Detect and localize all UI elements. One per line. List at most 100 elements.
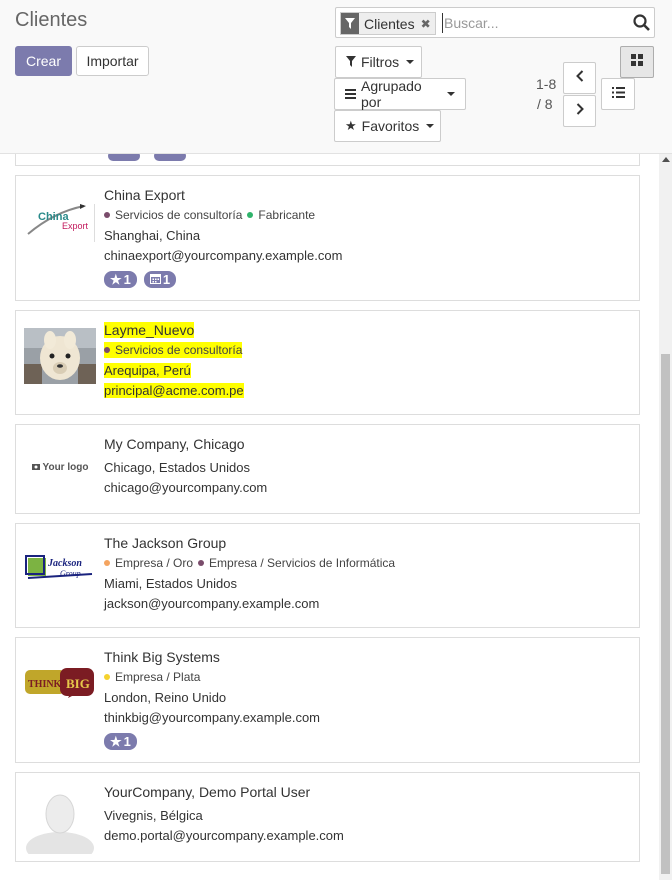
- caret-down-icon: [426, 124, 435, 128]
- kanban-card[interactable]: Layme_Nuevo Servicios de consultoría Are…: [15, 310, 640, 415]
- tag-list: Servicios de consultoría: [104, 342, 244, 358]
- close-icon[interactable]: ✖: [419, 13, 435, 34]
- avatar-placeholder: [24, 790, 96, 864]
- star-icon: ★: [345, 118, 357, 133]
- scrollbar[interactable]: [659, 154, 672, 880]
- tag: Servicios de consultoría: [104, 207, 242, 223]
- filters-dropdown[interactable]: Filtros: [335, 46, 422, 78]
- tag: Empresa / Servicios de Informática: [198, 555, 395, 571]
- card-location: Shanghai, China: [104, 228, 201, 243]
- card-location: Arequipa, Perú: [104, 363, 191, 378]
- card-title: Layme_Nuevo: [104, 322, 195, 338]
- tag-label: Servicios de consultoría: [115, 208, 243, 222]
- tag-label: Empresa / Oro: [115, 556, 194, 570]
- kanban-card[interactable]: YourCompany, Demo Portal User Vivegnis, …: [15, 772, 640, 864]
- card-email: jackson@yourcompany.example.com: [104, 596, 320, 611]
- pager-total: / 8: [537, 96, 553, 112]
- kanban-card-partial[interactable]: [15, 154, 640, 166]
- card-email: thinkbig@yourcompany.example.com: [104, 710, 320, 725]
- chevron-left-icon: [575, 69, 584, 87]
- logo-text: Your logo: [42, 461, 89, 473]
- tag: Fabricante: [247, 207, 315, 223]
- facet-value: Clientes: [364, 15, 415, 32]
- pager-previous-button[interactable]: [563, 62, 596, 94]
- grid-icon: [631, 53, 643, 71]
- tag-color-dot: [104, 560, 110, 566]
- tag-label: Servicios de consultoría: [115, 343, 243, 357]
- activity-badges: ★ 1: [104, 733, 320, 750]
- scrollbar-thumb[interactable]: [661, 354, 670, 874]
- rating-badge[interactable]: ★ 1: [104, 733, 137, 750]
- scroll-up-icon[interactable]: [662, 157, 670, 162]
- search-bar: Clientes ✖: [335, 7, 655, 38]
- card-email: chicago@yourcompany.com: [104, 480, 268, 495]
- card-body: Think Big Systems Empresa / Plata London…: [104, 648, 320, 750]
- groupby-dropdown[interactable]: Agrupado por: [334, 78, 466, 110]
- card-title: YourCompany, Demo Portal User: [104, 784, 311, 800]
- card-location: Chicago, Estados Unidos: [104, 460, 250, 475]
- card-body: YourCompany, Demo Portal User Vivegnis, …: [104, 783, 344, 844]
- tag-list: Empresa / Oro Empresa / Servicios de Inf…: [104, 555, 395, 571]
- tag: Servicios de consultoría: [104, 342, 243, 358]
- search-input[interactable]: [442, 13, 624, 33]
- alpaca-photo: [24, 328, 96, 384]
- kanban-card[interactable]: Jackson Group The Jackson Group Empresa …: [15, 523, 640, 628]
- list-icon: [611, 85, 625, 103]
- caret-down-icon: [406, 60, 415, 64]
- kanban-view-button[interactable]: [620, 46, 654, 78]
- card-title: My Company, Chicago: [104, 436, 245, 452]
- star-icon: ★: [110, 733, 122, 749]
- logo-text: Jackson: [47, 558, 82, 569]
- company-logo: Jackson Group: [24, 552, 96, 584]
- kanban-card[interactable]: THINK BIG Think Big Systems Empresa / Pl…: [15, 637, 640, 763]
- card-location: Miami, Estados Unidos: [104, 576, 237, 591]
- tag-color-dot: [104, 347, 110, 353]
- company-logo: China Export: [24, 202, 96, 242]
- chevron-right-icon: [576, 102, 584, 120]
- tag-color-dot: [104, 212, 110, 218]
- card-email: demo.portal@yourcompany.example.com: [104, 828, 344, 843]
- card-body: My Company, Chicago Chicago, Estados Uni…: [104, 435, 267, 496]
- groupby-label: Agrupado por: [361, 78, 422, 110]
- kanban-card[interactable]: China Export China Export Servicios de c…: [15, 175, 640, 301]
- tag-label: Fabricante: [258, 208, 316, 222]
- logo-text: Group: [60, 569, 81, 578]
- pager-next-button[interactable]: [563, 95, 596, 127]
- card-body: The Jackson Group Empresa / Oro Empresa …: [104, 534, 395, 612]
- logo-text: BIG: [66, 676, 90, 691]
- create-button[interactable]: Crear: [15, 46, 72, 76]
- card-email: principal@acme.com.pe: [104, 383, 244, 398]
- tag: Empresa / Oro: [104, 555, 193, 571]
- import-button[interactable]: Importar: [76, 46, 149, 76]
- filters-label: Filtros: [361, 54, 400, 70]
- rating-badge[interactable]: ★ 1: [104, 271, 137, 288]
- star-icon: ★: [110, 271, 122, 287]
- control-panel: Clientes Crear Importar Clientes ✖ Filtr…: [0, 0, 672, 154]
- tag: Empresa / Plata: [104, 669, 200, 685]
- card-title: China Export: [104, 187, 185, 203]
- badge-partial: [154, 154, 186, 161]
- meetings-badge[interactable]: 1: [143, 271, 177, 288]
- tag-label: Empresa / Plata: [115, 670, 201, 684]
- tag-color-dot: [104, 674, 110, 680]
- badge-partial: [108, 154, 140, 161]
- kanban-card[interactable]: Your logo My Company, Chicago Chicago, E…: [15, 424, 640, 514]
- favorites-dropdown[interactable]: ★ Favoritos: [334, 110, 441, 142]
- activity-badges: ★ 1 1: [104, 271, 342, 288]
- card-body: China Export Servicios de consultoría Fa…: [104, 186, 342, 288]
- filter-icon: [346, 54, 356, 70]
- card-body: Layme_Nuevo Servicios de consultoría Are…: [104, 321, 244, 399]
- card-title: The Jackson Group: [104, 535, 227, 551]
- tag-color-dot: [198, 560, 205, 566]
- list-view-button[interactable]: [601, 78, 635, 110]
- pager-range[interactable]: 1-8: [536, 76, 556, 92]
- kanban-view: China Export China Export Servicios de c…: [0, 154, 659, 880]
- card-location: London, Reino Unido: [104, 690, 227, 705]
- logo-text: Export: [62, 221, 89, 231]
- tag-list: Empresa / Plata: [104, 669, 320, 685]
- search-icon[interactable]: [633, 14, 650, 36]
- tag-list: Servicios de consultoría Fabricante: [104, 207, 342, 223]
- page-title: Clientes: [15, 9, 88, 31]
- logo-text: THINK: [28, 679, 62, 690]
- tag-color-dot: [247, 212, 254, 218]
